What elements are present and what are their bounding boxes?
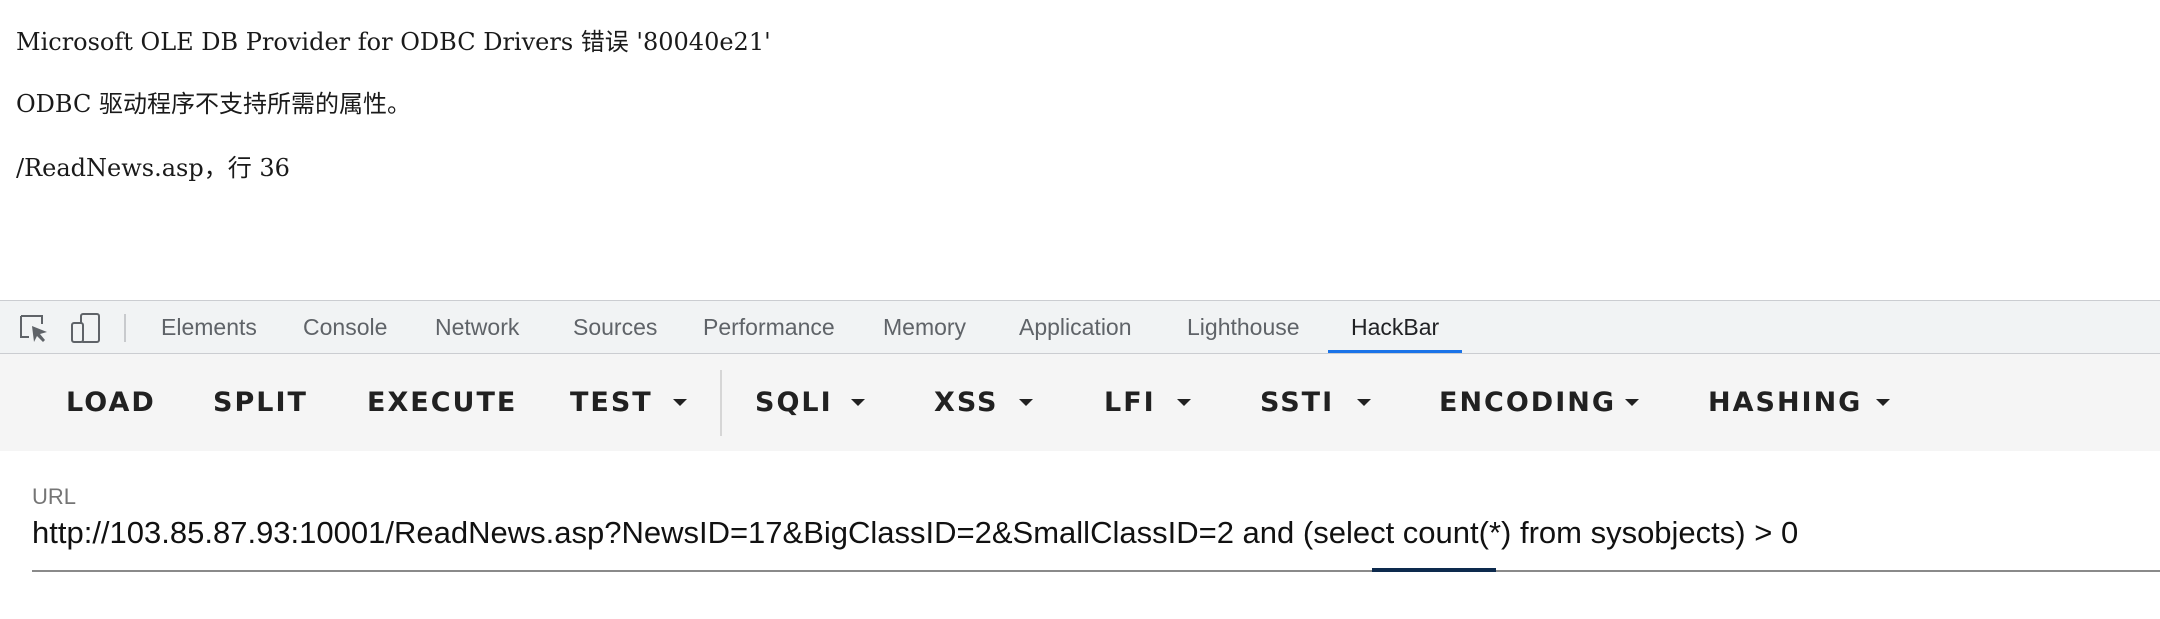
tab-memory[interactable]: Memory	[883, 301, 966, 353]
error-title: Microsoft OLE DB Provider for ODBC Drive…	[16, 28, 771, 56]
url-input-underline	[32, 570, 2160, 572]
xss-menu-button[interactable]: XSS	[934, 354, 999, 451]
inspect-element-icon[interactable]	[18, 313, 50, 343]
toolbar-divider	[720, 370, 722, 436]
chevron-down-icon[interactable]	[1625, 399, 1639, 406]
chevron-down-icon[interactable]	[673, 399, 687, 406]
toolbar-separator	[124, 314, 126, 342]
chevron-down-icon[interactable]	[1019, 399, 1033, 406]
split-button[interactable]: SPLIT	[213, 354, 308, 451]
tab-network[interactable]: Network	[435, 301, 519, 353]
tab-sources[interactable]: Sources	[573, 301, 657, 353]
hackbar-toolbar: LOAD SPLIT EXECUTE TEST SQLI XSS LFI SST…	[0, 354, 2160, 451]
ssti-menu-button[interactable]: SSTI	[1260, 354, 1334, 451]
chevron-down-icon[interactable]	[1357, 399, 1371, 406]
devtools-tab-bar: Elements Console Network Sources Perform…	[0, 300, 2160, 354]
tab-lighthouse[interactable]: Lighthouse	[1187, 301, 1300, 353]
tab-application[interactable]: Application	[1019, 301, 1132, 353]
text-selection-indicator	[1372, 568, 1496, 572]
tab-elements[interactable]: Elements	[161, 301, 257, 353]
error-description: ODBC 驱动程序不支持所需的属性。	[16, 90, 411, 118]
hashing-menu-button[interactable]: HASHING	[1708, 354, 1862, 451]
sqli-menu-button[interactable]: SQLI	[755, 354, 833, 451]
encoding-menu-button[interactable]: ENCODING	[1439, 354, 1616, 451]
url-input[interactable]: http://103.85.87.93:10001/ReadNews.asp?N…	[32, 515, 1798, 551]
error-location: /ReadNews.asp，行 36	[16, 154, 290, 182]
tab-hackbar[interactable]: HackBar	[1351, 301, 1439, 353]
tab-performance[interactable]: Performance	[703, 301, 835, 353]
chevron-down-icon[interactable]	[851, 399, 865, 406]
url-field-label: URL	[32, 484, 77, 509]
chevron-down-icon[interactable]	[1876, 399, 1890, 406]
active-tab-indicator	[1328, 350, 1462, 353]
execute-button[interactable]: EXECUTE	[367, 354, 517, 451]
tab-console[interactable]: Console	[303, 301, 387, 353]
device-toolbar-icon[interactable]	[70, 313, 102, 343]
test-menu-button[interactable]: TEST	[570, 354, 653, 451]
browser-page: Microsoft OLE DB Provider for ODBC Drive…	[0, 0, 2160, 619]
chevron-down-icon[interactable]	[1177, 399, 1191, 406]
load-button[interactable]: LOAD	[66, 354, 156, 451]
lfi-menu-button[interactable]: LFI	[1104, 354, 1156, 451]
